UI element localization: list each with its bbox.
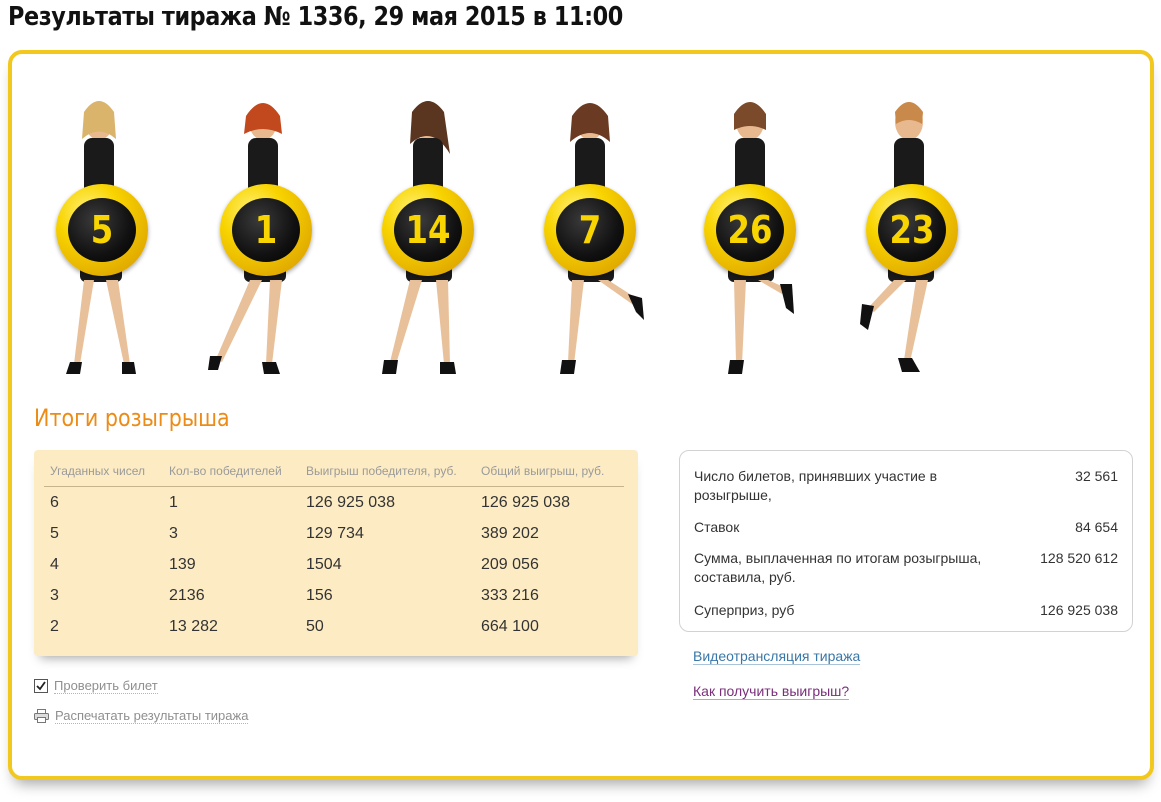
lottery-ball: 1 xyxy=(220,184,312,276)
table-cell: 126 925 038 xyxy=(306,494,395,511)
table-header-row: Угаданных чисел Кол-во победителей Выигр… xyxy=(44,460,624,487)
how-to-get-prize-link[interactable]: Как получить выигрыш? xyxy=(693,683,850,700)
ball-figure: 14 xyxy=(370,94,490,384)
check-ticket-link[interactable]: Проверить билет xyxy=(54,678,158,694)
table-cell: 6 xyxy=(50,494,59,511)
table-row: 2 13 282 50 664 100 xyxy=(44,611,624,642)
lottery-ball: 23 xyxy=(866,184,958,276)
ball-number: 7 xyxy=(578,208,602,252)
check-ticket-row[interactable]: Проверить билет xyxy=(34,676,248,696)
table-row: 6 1 126 925 038 126 925 038 xyxy=(44,487,624,519)
ball-number: 5 xyxy=(90,208,114,252)
table-cell: 3 xyxy=(50,587,59,604)
stat-bets: Ставок 84 654 xyxy=(694,518,1118,537)
table-cell: 126 925 038 xyxy=(481,494,570,511)
ball-figure: 1 xyxy=(208,94,328,384)
column-header: Общий выигрыш, руб. xyxy=(475,460,624,487)
table-cell: 389 202 xyxy=(481,525,539,542)
table-cell: 209 056 xyxy=(481,556,539,573)
table-row: 4 139 1504 209 056 xyxy=(44,549,624,580)
ball-number: 14 xyxy=(405,208,451,252)
table-row: 5 3 129 734 389 202 xyxy=(44,518,624,549)
ball-number: 1 xyxy=(254,208,278,252)
table-cell: 129 734 xyxy=(306,525,364,542)
stat-paid: Сумма, выплаченная по итогам розыгрыша, … xyxy=(694,549,1118,587)
table-cell: 4 xyxy=(50,556,59,573)
lottery-ball: 5 xyxy=(56,184,148,276)
table-cell: 3 xyxy=(169,525,178,542)
lottery-ball: 26 xyxy=(704,184,796,276)
page-title: Результаты тиража № 1336, 29 мая 2015 в … xyxy=(8,2,623,32)
table-cell: 1 xyxy=(169,494,178,511)
table-cell: 664 100 xyxy=(481,618,539,635)
stat-value: 126 925 038 xyxy=(1040,602,1118,618)
ball-figure: 7 xyxy=(532,94,652,384)
stat-label: Ставок xyxy=(694,519,740,535)
results-panel: 5 1 14 7 26 23 Итоги розыгрыша Угаданных… xyxy=(8,50,1154,780)
prize-table: Угаданных чисел Кол-во победителей Выигр… xyxy=(44,460,624,642)
stat-label: Число билетов, принявших участие в розыг… xyxy=(694,468,938,503)
column-header: Угаданных чисел xyxy=(44,460,163,487)
table-cell: 50 xyxy=(306,618,324,635)
print-results-row[interactable]: Распечатать результаты тиража xyxy=(34,706,249,726)
stat-tickets: Число билетов, принявших участие в розыг… xyxy=(694,467,1118,505)
lottery-ball: 14 xyxy=(382,184,474,276)
table-cell: 5 xyxy=(50,525,59,542)
checkbox-checked-icon xyxy=(34,679,48,693)
printer-icon xyxy=(34,709,49,723)
table-cell: 333 216 xyxy=(481,587,539,604)
draw-links: Видеотрансляция тиража Как получить выиг… xyxy=(693,648,861,701)
ball-figure: 23 xyxy=(854,94,974,384)
stat-label: Суперприз, руб xyxy=(694,602,795,618)
stat-label: Сумма, выплаченная по итогам розыгрыша, … xyxy=(694,550,982,585)
column-header: Выигрыш победителя, руб. xyxy=(300,460,475,487)
column-header: Кол-во победителей xyxy=(163,460,300,487)
prize-table-container: Угаданных чисел Кол-во победителей Выигр… xyxy=(34,450,638,656)
ball-number: 26 xyxy=(727,208,773,252)
ball-figure: 5 xyxy=(44,94,164,384)
ball-number: 23 xyxy=(889,208,935,252)
table-row: 3 2136 156 333 216 xyxy=(44,580,624,611)
table-cell: 2 xyxy=(50,618,59,635)
ball-figure: 26 xyxy=(692,94,812,384)
ticket-actions: Проверить билет Распечатать результаты т… xyxy=(34,676,249,736)
results-section-title: Итоги розыгрыша xyxy=(34,404,230,432)
drawn-balls: 5 1 14 7 26 23 xyxy=(12,54,1150,384)
table-cell: 156 xyxy=(306,587,333,604)
stat-value: 128 520 612 xyxy=(1040,550,1118,566)
draw-stats: Число билетов, принявших участие в розыг… xyxy=(679,450,1133,632)
table-cell: 1504 xyxy=(306,556,342,573)
stat-value: 32 561 xyxy=(1075,468,1118,484)
lottery-ball: 7 xyxy=(544,184,636,276)
stat-value: 84 654 xyxy=(1075,519,1118,535)
stat-superprize: Суперприз, руб 126 925 038 xyxy=(694,601,1118,620)
table-cell: 13 282 xyxy=(169,618,218,635)
print-results-link[interactable]: Распечатать результаты тиража xyxy=(55,708,249,724)
table-cell: 139 xyxy=(169,556,196,573)
video-broadcast-link[interactable]: Видеотрансляция тиража xyxy=(693,648,861,665)
table-cell: 2136 xyxy=(169,587,205,604)
